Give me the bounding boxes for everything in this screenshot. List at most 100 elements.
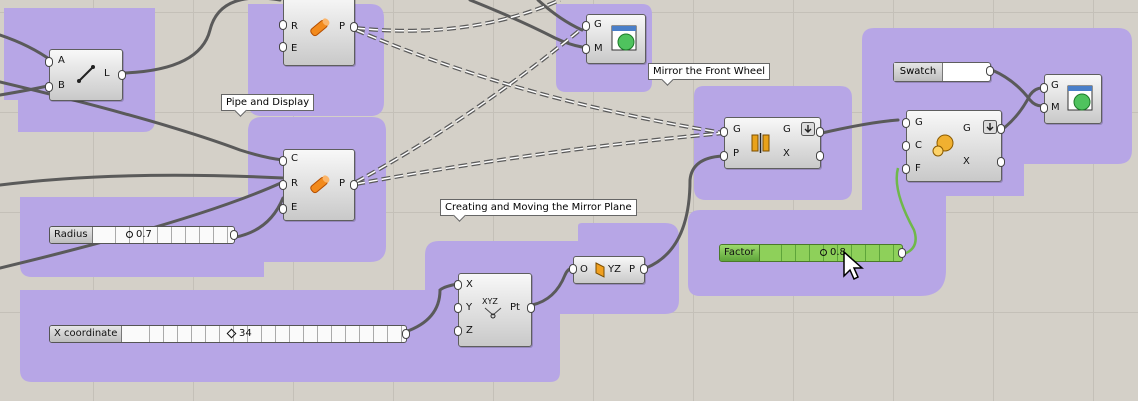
slider-label: X coordinate (50, 326, 123, 342)
input-port[interactable] (45, 57, 53, 67)
balloon-mirror-plane: Creating and Moving the Mirror Plane (440, 199, 637, 216)
input-port[interactable] (279, 20, 287, 30)
point-output-pt: Pt (510, 302, 520, 313)
mirror-output-g: G (783, 124, 791, 135)
mirror-icon (751, 133, 770, 153)
output-port[interactable] (898, 248, 906, 258)
slider-label: Factor (720, 245, 760, 261)
grasshopper-canvas[interactable]: Pipe and Display Mirror the Front Wheel … (0, 0, 1138, 401)
construct-point-component[interactable]: X Y Z Pt XYZ (458, 273, 532, 347)
plane-icon (595, 262, 605, 278)
wire (644, 154, 724, 270)
wire (122, 0, 282, 75)
input-port[interactable] (582, 21, 590, 31)
slider-track[interactable] (102, 227, 230, 243)
input-port[interactable] (454, 326, 462, 336)
point-icon (484, 307, 502, 319)
output-port[interactable] (230, 230, 238, 240)
pipe-component-top[interactable]: R E P (283, 0, 355, 66)
input-port[interactable] (1040, 83, 1048, 93)
line-output-l: L (104, 68, 110, 79)
wire-dashed (355, 28, 582, 184)
input-port[interactable] (569, 264, 577, 274)
plane-label: YZ (608, 264, 621, 275)
input-port[interactable] (582, 44, 590, 54)
mouse-cursor-icon (843, 250, 864, 281)
output-port[interactable] (350, 180, 358, 190)
output-port[interactable] (816, 151, 824, 161)
point-input-z: Z (466, 325, 473, 336)
preview-icon (1067, 85, 1093, 111)
balloon-pipe-display: Pipe and Display (221, 94, 315, 111)
input-port[interactable] (279, 204, 287, 214)
wire (990, 68, 1044, 108)
input-port[interactable] (279, 156, 287, 166)
scale-component[interactable]: G C F G X (906, 110, 1002, 182)
pipe-input-r: R (291, 21, 298, 32)
output-port[interactable] (816, 127, 824, 137)
preview-input-m: M (1051, 102, 1060, 113)
radius-slider[interactable]: Radius 0.7 (49, 226, 235, 244)
output-port[interactable] (640, 264, 648, 274)
swatch-component[interactable]: Swatch (893, 62, 991, 82)
wire (820, 118, 900, 135)
line-component[interactable]: A B L (49, 49, 123, 101)
pipe-input-e: E (291, 43, 298, 54)
preview-input-g: G (594, 19, 602, 30)
input-port[interactable] (720, 151, 728, 161)
input-port[interactable] (45, 82, 53, 92)
input-port[interactable] (1040, 103, 1048, 113)
preview-component-top[interactable]: G M (586, 14, 646, 64)
input-port[interactable] (454, 303, 462, 313)
line-input-b: B (58, 80, 65, 91)
pipe-icon (310, 18, 330, 37)
preview-input-g: G (1051, 80, 1059, 91)
input-port[interactable] (902, 141, 910, 151)
slider-value[interactable]: 0.7 (126, 228, 152, 242)
output-port[interactable] (986, 66, 994, 76)
slider-knob[interactable] (820, 248, 827, 256)
scale-input-c: C (915, 140, 922, 151)
swatch-label: Swatch (894, 63, 943, 81)
wire (403, 282, 460, 334)
pipe-input-c: C (291, 153, 298, 164)
input-port[interactable] (902, 118, 910, 128)
input-port[interactable] (720, 127, 728, 137)
point-input-y: Y (466, 302, 473, 313)
factor-slider[interactable]: Factor 0.8 (719, 244, 903, 262)
output-port[interactable] (997, 124, 1005, 134)
plane-input-o: O (580, 264, 588, 275)
graft-icon[interactable] (801, 122, 815, 136)
slider-knob[interactable] (126, 230, 133, 238)
mirror-input-p: P (733, 148, 740, 159)
input-port[interactable] (279, 180, 287, 190)
mirror-component[interactable]: G P G X (724, 117, 821, 169)
yz-plane-component[interactable]: O YZ P (573, 256, 645, 284)
slider-track[interactable] (136, 326, 402, 342)
scale-output-g: G (963, 123, 971, 134)
slider-value[interactable]: 34 (226, 327, 252, 341)
scale-icon (932, 134, 954, 157)
input-port[interactable] (454, 280, 462, 290)
preview-icon (611, 25, 637, 51)
slider-knob[interactable] (226, 328, 237, 338)
graft-icon[interactable] (983, 120, 997, 134)
output-port[interactable] (527, 303, 535, 313)
slider-label: Radius (50, 227, 93, 243)
mirror-output-x: X (783, 148, 790, 159)
pipe-input-r: R (291, 178, 298, 189)
wire (0, 173, 285, 187)
input-port[interactable] (279, 42, 287, 52)
output-port[interactable] (118, 70, 126, 80)
preview-component-right[interactable]: G M (1044, 74, 1102, 124)
output-port[interactable] (997, 157, 1005, 167)
scale-input-f: F (915, 163, 921, 174)
output-port[interactable] (402, 329, 410, 339)
pipe-output-p: P (339, 21, 346, 32)
wire (536, 0, 584, 32)
x-coordinate-slider[interactable]: X coordinate 34 (49, 325, 407, 343)
pipe-icon (310, 175, 330, 194)
output-port[interactable] (350, 22, 358, 32)
input-port[interactable] (902, 164, 910, 174)
pipe-component[interactable]: C R E P (283, 149, 355, 221)
